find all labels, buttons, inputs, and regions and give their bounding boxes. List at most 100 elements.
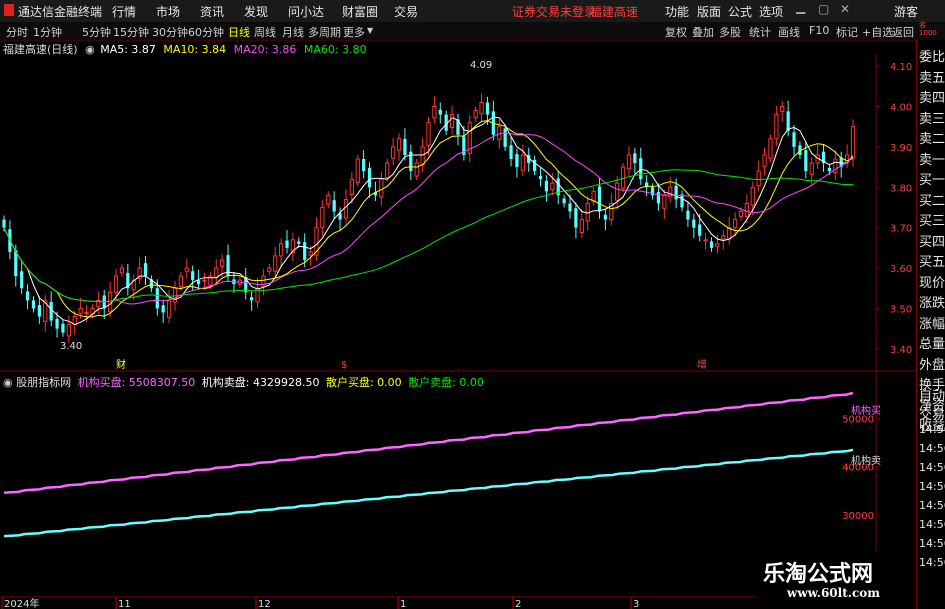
candle-down (20, 271, 24, 289)
period-tab[interactable]: 更多 (343, 24, 365, 40)
y-tick-label: 3.70 (890, 224, 912, 235)
menu-item[interactable]: 财富圈 (342, 3, 378, 20)
period-tab[interactable]: 15分钟 (113, 24, 149, 40)
sidebar-item[interactable]: 14:56 (919, 442, 945, 455)
sidebar-item[interactable]: 交易 (919, 404, 945, 423)
period-tab[interactable]: 60分钟 (188, 24, 224, 40)
candle-down (680, 194, 684, 208)
sidebar-item[interactable]: 涨跌 (919, 292, 945, 311)
sidebar-item[interactable]: 14:56 (919, 556, 945, 569)
period-tab[interactable]: 5分钟 (82, 24, 111, 40)
period-tab[interactable]: 分时 (6, 24, 28, 40)
event-marker[interactable]: $ (341, 360, 347, 371)
candle-up (662, 194, 667, 209)
sidebar-item[interactable]: 14:56 (919, 499, 945, 512)
candle-up (626, 154, 632, 170)
candle-down (538, 175, 543, 180)
sidebar-item[interactable]: 委比 (919, 46, 945, 65)
candle-up (738, 211, 744, 217)
app-title: 通达信金融终端 (18, 5, 103, 19)
period-tab[interactable]: 1分钟 (33, 24, 62, 40)
menu-item[interactable]: 发现 (244, 3, 268, 20)
y-tick-label: 3.90 (890, 143, 912, 154)
login-notice[interactable]: 证券交易未登录 (512, 3, 596, 20)
sidebar-item[interactable]: 14:56 (919, 423, 945, 436)
candle-down (49, 301, 53, 321)
period-tab-active[interactable]: 日线 (228, 24, 250, 40)
x-tick-label: 1 (400, 599, 406, 609)
candle-up (278, 243, 284, 257)
candle-down (2, 219, 6, 228)
menu-item-options[interactable]: 选项 (759, 3, 783, 20)
period-tab[interactable]: 多周期 (308, 24, 341, 40)
candle-up (343, 198, 349, 219)
menu-item-layout[interactable]: 版面 (697, 3, 721, 20)
sidebar-item[interactable]: 卖四 (919, 87, 945, 106)
close-icon[interactable]: ✕ (840, 2, 850, 16)
menu-item-formula[interactable]: 公式 (728, 3, 752, 20)
period-tab[interactable]: 周线 (254, 24, 276, 40)
candle-down (362, 159, 366, 172)
sidebar-item[interactable]: 外盘 (919, 354, 945, 373)
toolbar-button-mark[interactable]: 标记 (836, 24, 858, 40)
sidebar-item[interactable]: 14:56 (919, 537, 945, 550)
sidebar-item[interactable]: 现价 (919, 272, 945, 291)
minimize-icon[interactable]: ▁ (796, 0, 805, 14)
sidebar-item[interactable]: 卖一 (919, 149, 945, 168)
candle-up (615, 182, 620, 201)
sidebar-item[interactable]: 总量 (919, 333, 945, 352)
period-tab[interactable]: 30分钟 (152, 24, 188, 40)
kline-chart[interactable]: 4.10 4.00 3.90 3.80 3.70 3.60 3.50 3.40 5000040… (0, 40, 916, 609)
x-tick-label: 11 (118, 599, 131, 609)
quote-sidebar: 委比 卖五 卖四 卖三 卖二 卖一 买一 买二 买三 买四 买五 现价 涨跌 涨幅 总量 外盘 换手 净资 收益 自动… (916, 40, 945, 609)
candle-up (273, 255, 278, 272)
chevron-down-icon[interactable]: ▼ (367, 26, 373, 35)
sidebar-item[interactable]: 14:56 (919, 480, 945, 493)
toolbar-button-stats[interactable]: 统计 (749, 24, 771, 40)
sidebar-item[interactable]: 卖二 (919, 128, 945, 147)
sidebar-item[interactable]: 买四 (919, 231, 945, 250)
sidebar-item[interactable]: 买三 (919, 210, 945, 229)
maximize-icon[interactable]: ▢ (818, 2, 829, 16)
period-tab[interactable]: 月线 (282, 24, 304, 40)
event-marker[interactable]: 财 (116, 358, 126, 371)
candle-up (768, 138, 773, 159)
toolbar-button-multi[interactable]: 多股 (719, 24, 741, 40)
toolbar-button-f10[interactable]: F10 (809, 24, 829, 37)
guest-label[interactable]: 游客 (894, 3, 918, 20)
menu-item[interactable]: 市场 (156, 3, 180, 20)
y-tick-label: 4.10 (890, 62, 912, 73)
menu-item[interactable]: 问小达 (288, 3, 324, 20)
candle-down (191, 271, 195, 281)
x-tick-label: 2024年 (4, 597, 39, 609)
toolbar-button-restore[interactable]: 复权 (665, 24, 687, 40)
candle-down (250, 297, 254, 301)
candle-up (326, 194, 331, 205)
candle-down (692, 219, 696, 228)
sidebar-item[interactable]: 自动 (919, 385, 945, 404)
candle-up (703, 239, 708, 242)
menu-item-function[interactable]: 功能 (665, 3, 689, 20)
sidebar-item[interactable]: 买五 (919, 251, 945, 270)
toolbar-button-draw[interactable]: 画线 (778, 24, 800, 40)
sidebar-item[interactable]: 买二 (919, 190, 945, 209)
toolbar-button-watchlist[interactable]: +自选 (862, 24, 893, 40)
candle-up (579, 219, 584, 233)
sidebar-item[interactable]: 14:56 (919, 518, 945, 531)
toolbar-button-back[interactable]: 返回 (892, 24, 914, 40)
event-marker[interactable]: 增 (697, 358, 707, 371)
candle-down (574, 208, 578, 228)
candle-down (568, 203, 572, 212)
candle-down (827, 167, 832, 172)
toolbar-button-overlay[interactable]: 叠加 (692, 24, 714, 40)
menu-item[interactable]: 行情 (112, 3, 136, 20)
sidebar-item[interactable]: 卖五 (919, 67, 945, 86)
series-end-label: 机构卖 (851, 454, 881, 467)
sidebar-item[interactable]: 涨幅 (919, 313, 945, 332)
sidebar-item[interactable]: 14:56 (919, 461, 945, 474)
candle-up (214, 267, 219, 279)
menu-item[interactable]: 交易 (394, 3, 418, 20)
sidebar-item[interactable]: 买一 (919, 169, 945, 188)
menu-item[interactable]: 资讯 (200, 3, 224, 20)
sidebar-item[interactable]: 卖三 (919, 108, 945, 127)
